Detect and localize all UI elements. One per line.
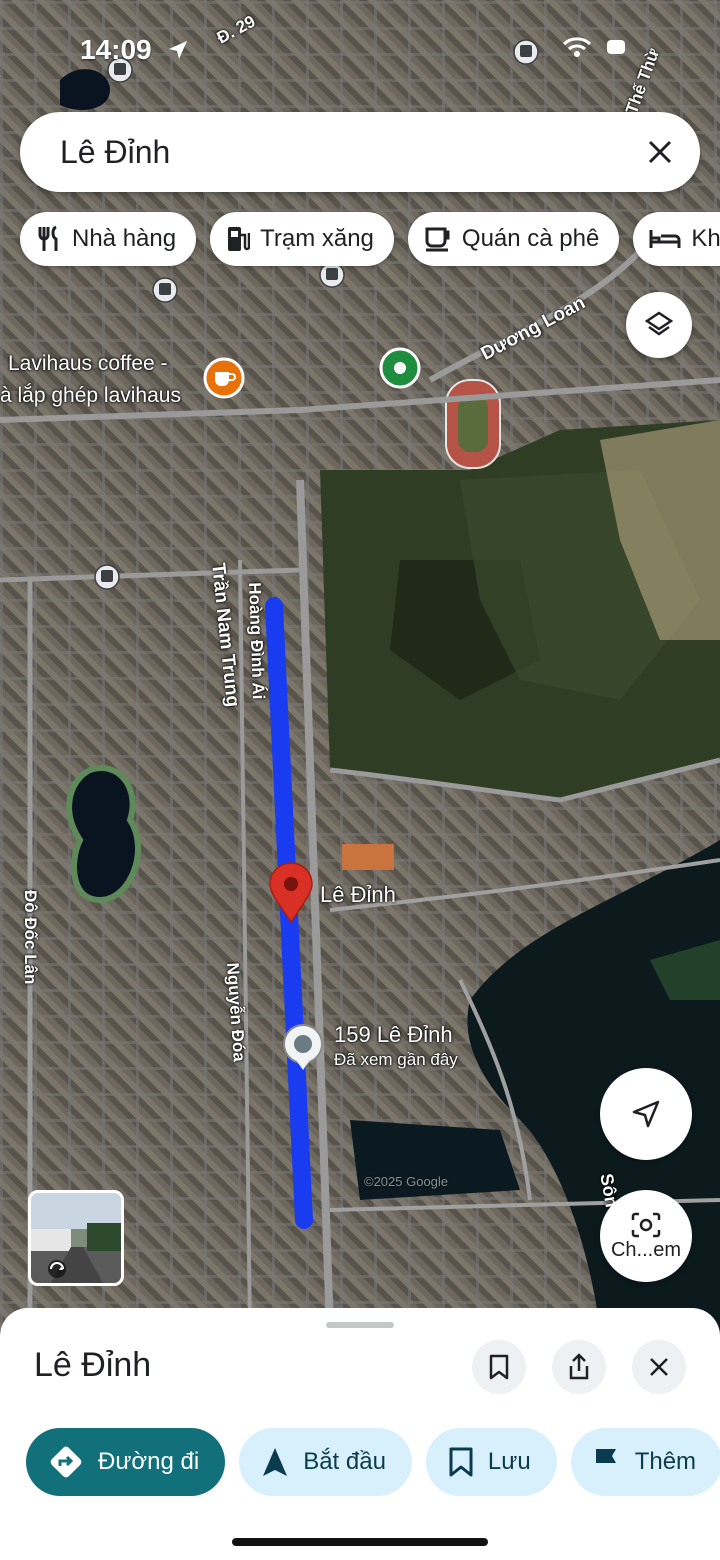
status-icons bbox=[562, 36, 628, 58]
location-arrow-icon bbox=[169, 41, 187, 59]
bookmark-icon bbox=[489, 1354, 509, 1380]
save-button[interactable]: Lưu bbox=[425, 1428, 557, 1496]
bus-stop-icon[interactable] bbox=[152, 277, 178, 303]
chip-gas-stations[interactable]: Trạm xăng bbox=[210, 212, 394, 266]
recent-place-subtitle: Đã xem gần đây bbox=[334, 1050, 458, 1069]
poi-label-coffee-subtitle[interactable]: à lắp ghép lavihaus bbox=[0, 384, 181, 408]
chip-label: Kha bbox=[691, 225, 720, 252]
home-indicator[interactable] bbox=[232, 1538, 488, 1546]
sheet-drag-handle[interactable] bbox=[326, 1322, 394, 1328]
action-buttons: Đường đi Bắt đầu Lưu Thêm bbox=[26, 1428, 720, 1496]
gas-station-icon bbox=[228, 227, 251, 251]
start-button[interactable]: Bắt đầu bbox=[239, 1428, 412, 1496]
place-marker-icon[interactable] bbox=[379, 347, 421, 389]
bed-icon bbox=[649, 230, 681, 248]
status-time: 14:09 bbox=[80, 34, 152, 65]
directions-button[interactable]: Đường đi bbox=[26, 1428, 226, 1496]
status-bar: 14:09 bbox=[0, 0, 720, 100]
coffee-poi-marker-icon[interactable] bbox=[203, 357, 245, 399]
category-chips: Nhà hàng Trạm xăng Quán cà phê Kha bbox=[20, 212, 720, 266]
location-pin-icon[interactable] bbox=[269, 862, 313, 924]
fork-knife-icon bbox=[38, 225, 58, 251]
flag-icon bbox=[595, 1449, 616, 1476]
search-screen-label: Ch...em bbox=[610, 1238, 682, 1261]
chip-label: Nhà hàng bbox=[72, 225, 177, 252]
street-label-do-doc-lan: Đô Đốc Lân bbox=[21, 890, 40, 985]
place-title: Lê Đỉnh bbox=[34, 1346, 152, 1384]
street-view-preview bbox=[31, 1223, 121, 1283]
search-bar[interactable]: Lê Đỉnh bbox=[20, 112, 700, 192]
street-label-hoang-dinh-ai: Hoàng Đình Ái bbox=[245, 582, 269, 700]
more-label: Thêm bbox=[634, 1448, 697, 1475]
recent-place-title[interactable]: 159 Lê Đỉnh bbox=[334, 1022, 453, 1048]
save-label: Lưu bbox=[487, 1448, 531, 1475]
battery-icon bbox=[607, 40, 625, 54]
map-layers-button[interactable] bbox=[626, 292, 692, 358]
place-sheet[interactable]: Lê Đỉnh Đường đi Bắt đầu Lưu Thêm bbox=[0, 1308, 720, 1560]
pin-label[interactable]: Lê Đỉnh bbox=[320, 882, 396, 908]
close-icon bbox=[648, 140, 672, 164]
lake bbox=[66, 765, 142, 904]
coffee-cup-icon bbox=[425, 227, 450, 252]
camera-search-icon bbox=[631, 1212, 661, 1237]
poi-label-coffee[interactable]: Lavihaus coffee - bbox=[8, 352, 168, 376]
bus-stop-icon[interactable] bbox=[94, 564, 120, 590]
bookmark-icon bbox=[449, 1447, 473, 1477]
stadium-field bbox=[458, 396, 488, 452]
map-view[interactable]: Lavihaus coffee - à lắp ghép lavihaus Dư… bbox=[0, 0, 720, 1330]
my-location-button[interactable] bbox=[600, 1068, 692, 1160]
navigation-arrow-icon bbox=[632, 1100, 660, 1128]
layers-icon bbox=[644, 311, 674, 336]
close-icon bbox=[650, 1358, 668, 1376]
chip-coffee[interactable]: Quán cà phê bbox=[407, 212, 620, 266]
building-roof bbox=[342, 844, 394, 870]
chip-label: Quán cà phê bbox=[461, 225, 600, 252]
bus-stop-icon[interactable] bbox=[319, 262, 345, 288]
chip-restaurants[interactable]: Nhà hàng bbox=[20, 212, 197, 266]
chip-hotels[interactable]: Kha bbox=[633, 212, 720, 266]
directions-icon bbox=[50, 1446, 82, 1478]
navigation-arrow-icon bbox=[263, 1448, 288, 1476]
search-input[interactable]: Lê Đỉnh bbox=[60, 134, 170, 171]
directions-label: Đường đi bbox=[98, 1448, 200, 1475]
map-watermark: ©2025 Google bbox=[364, 1174, 449, 1189]
wifi-icon bbox=[562, 37, 592, 57]
share-button[interactable] bbox=[552, 1340, 606, 1394]
chip-label: Trạm xăng bbox=[260, 225, 374, 252]
road bbox=[0, 567, 301, 583]
search-screen-button[interactable]: Ch...em bbox=[600, 1190, 692, 1282]
more-button[interactable]: Thêm bbox=[570, 1428, 720, 1496]
close-sheet-button[interactable] bbox=[632, 1340, 686, 1394]
share-icon bbox=[569, 1353, 589, 1380]
start-label: Bắt đầu bbox=[303, 1448, 386, 1475]
save-place-button[interactable] bbox=[472, 1340, 526, 1394]
clear-search-button[interactable] bbox=[640, 132, 680, 172]
street-view-thumbnail[interactable] bbox=[28, 1190, 124, 1286]
